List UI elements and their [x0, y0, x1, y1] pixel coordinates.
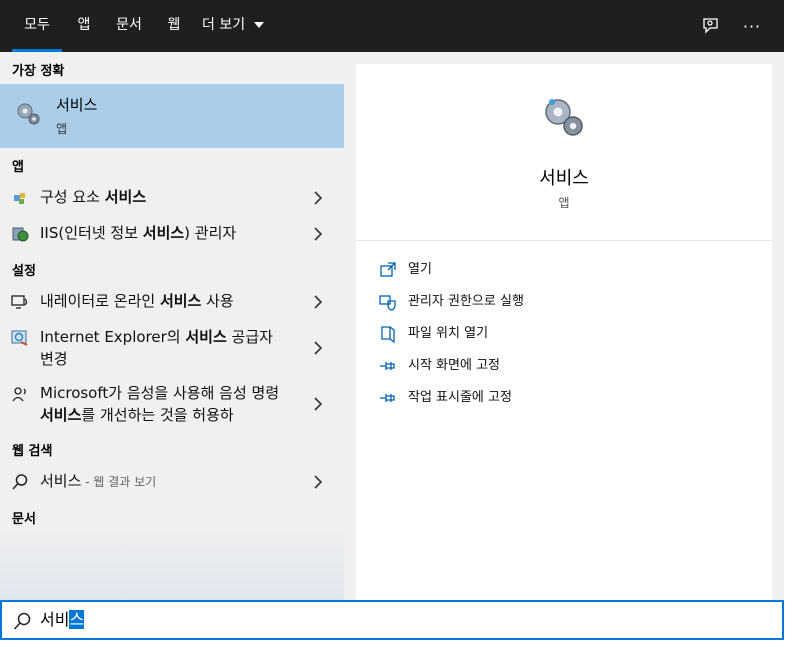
action-label: 관리자 권한으로 실행	[408, 294, 524, 309]
section-apps: 앱	[12, 160, 24, 175]
search-input[interactable]: 서비스	[40, 609, 85, 631]
feedback-icon[interactable]	[696, 12, 724, 40]
tab-web[interactable]: 웹	[162, 0, 186, 52]
row-label: Microsoft가 음성을 사용해 음성 명령 서비스를 개선하는 것을 허용…	[40, 382, 280, 426]
action-open-file-location[interactable]: 파일 위치 열기	[378, 322, 678, 346]
row-label-post: ) 관리자	[184, 224, 237, 242]
list-item[interactable]: Microsoft가 음성을 사용해 음성 명령 서비스를 개선하는 것을 허용…	[0, 382, 344, 426]
speech-icon	[10, 384, 30, 404]
row-label-pre: Microsoft가 음성을 사용해 음성 명령	[40, 384, 280, 402]
list-item[interactable]: 내레이터로 온라인 서비스 사용	[0, 290, 344, 314]
action-run-as-admin[interactable]: 관리자 권한으로 실행	[378, 290, 678, 314]
tab-apps[interactable]: 앱	[72, 0, 96, 52]
chevron-right-icon	[314, 227, 323, 241]
services-large-icon	[540, 94, 588, 142]
tab-documents[interactable]: 문서	[112, 0, 146, 52]
list-item[interactable]: IIS(인터넷 정보 서비스) 관리자	[0, 222, 344, 246]
row-label-bold: 서비스	[104, 188, 147, 206]
action-label: 시작 화면에 고정	[408, 358, 500, 373]
chevron-right-icon	[314, 397, 323, 411]
row-label-pre: Internet Explorer의	[40, 328, 186, 346]
search-text: 서비	[40, 610, 70, 629]
action-open[interactable]: 열기	[378, 258, 678, 282]
best-match-title: 서비스	[56, 96, 98, 114]
window-edge	[784, 0, 788, 646]
row-label: 서비스 - 웹 결과 보기	[40, 470, 300, 493]
row-label: 내레이터로 온라인 서비스 사용	[40, 290, 300, 312]
list-item[interactable]: Internet Explorer의 서비스 공급자 변경	[0, 326, 344, 370]
shield-icon	[379, 295, 396, 311]
section-documents: 문서	[12, 512, 36, 527]
preview-title: 서비스	[539, 168, 589, 189]
chevron-down-icon	[253, 22, 264, 28]
chevron-right-icon	[314, 191, 323, 205]
web-suffix: - 웹 결과 보기	[81, 475, 157, 489]
section-web-search: 웹 검색	[12, 444, 53, 459]
best-match-subtitle: 앱	[56, 122, 68, 136]
action-label: 작업 표시줄에 고정	[408, 390, 512, 405]
pin-icon	[380, 362, 395, 370]
preview-subtitle: 앱	[558, 196, 570, 210]
action-pin-to-start[interactable]: 시작 화면에 고정	[378, 354, 678, 378]
section-settings: 설정	[12, 264, 36, 279]
row-label: 구성 요소 서비스	[40, 186, 300, 208]
file-location-icon	[381, 326, 395, 344]
services-icon	[14, 100, 42, 128]
list-item[interactable]: 구성 요소 서비스	[0, 186, 344, 210]
row-label-pre: 내레이터로 온라인	[40, 292, 160, 310]
more-options-icon[interactable]: ···	[738, 12, 766, 40]
divider	[356, 240, 772, 241]
pin-icon	[380, 394, 395, 402]
tab-more[interactable]: 더 보기	[202, 0, 272, 52]
open-icon	[380, 262, 396, 277]
row-label-bold: 서비스	[185, 328, 227, 346]
tab-more-label: 더 보기	[202, 17, 246, 33]
list-item[interactable]: 서비스 - 웹 결과 보기	[0, 470, 344, 494]
chevron-right-icon	[314, 341, 323, 355]
search-icon	[10, 472, 30, 492]
action-label: 열기	[408, 262, 432, 277]
row-label-pre: 구성 요소	[40, 188, 105, 206]
row-label-pre: IIS(인터넷 정보	[40, 224, 143, 242]
row-label-bold: 서비스	[40, 406, 82, 424]
web-query: 서비스	[40, 472, 82, 490]
row-label: Internet Explorer의 서비스 공급자 변경	[40, 326, 280, 370]
row-label: IIS(인터넷 정보 서비스) 관리자	[40, 222, 300, 244]
search-selected-text: 스	[69, 610, 85, 629]
component-services-icon	[10, 188, 30, 208]
action-pin-to-taskbar[interactable]: 작업 표시줄에 고정	[378, 386, 678, 410]
best-match-item[interactable]	[0, 84, 344, 148]
chevron-right-icon	[314, 295, 323, 309]
row-label-bold: 서비스	[159, 292, 202, 310]
row-label-bold: 서비스	[142, 224, 185, 242]
iis-manager-icon	[10, 224, 30, 244]
search-icon	[13, 612, 31, 630]
narrator-icon	[10, 292, 30, 312]
row-label-post: 를 개선하는 것을 허용하	[81, 406, 234, 424]
top-bar: 모두 앱 문서 웹 더 보기 ···	[0, 0, 784, 52]
chevron-right-icon	[314, 475, 323, 489]
section-best-match: 가장 정확	[12, 64, 65, 79]
internet-options-icon	[10, 328, 30, 348]
tab-all[interactable]: 모두	[12, 0, 62, 52]
row-label-post: 사용	[201, 292, 234, 310]
action-label: 파일 위치 열기	[408, 326, 489, 341]
search-box[interactable]: 서비스	[0, 600, 784, 640]
